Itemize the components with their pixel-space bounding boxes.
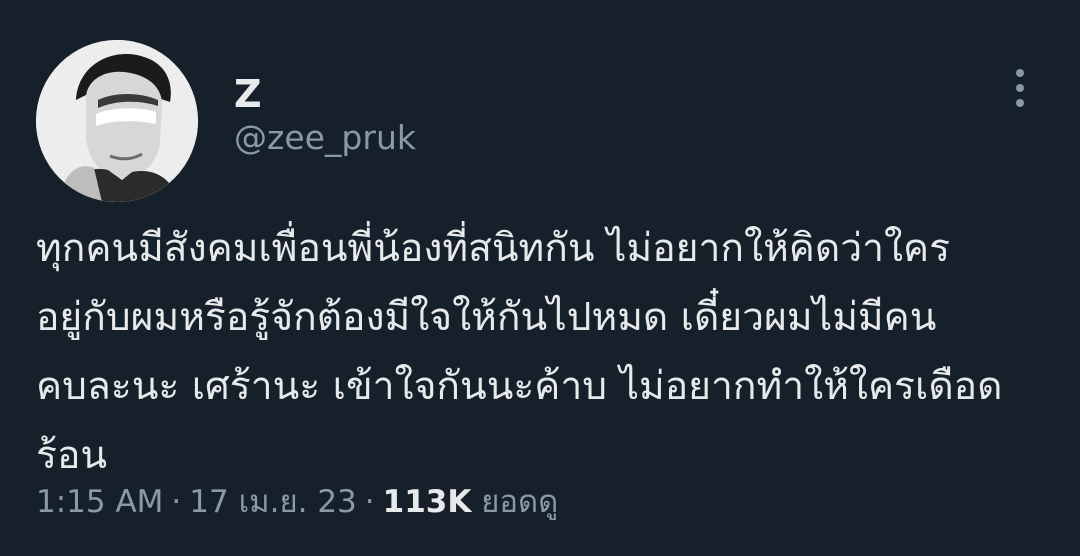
more-vertical-icon xyxy=(1016,69,1024,77)
tweet-time[interactable]: 1:15 AM xyxy=(36,484,163,520)
display-name[interactable]: Z xyxy=(234,68,262,120)
tweet-detail: Z @zee_pruk ทุกคนมีสังคมเพื่อนพี่น้องที่… xyxy=(0,0,1080,556)
user-handle[interactable]: @zee_pruk xyxy=(234,116,416,160)
tweet-text: ทุกคนมีสังคมเพื่อนพี่น้องที่สนิทกัน ไม่อ… xyxy=(36,214,1046,490)
tweet-text-line: ทุกคนมีสังคมเพื่อนพี่น้องที่สนิทกัน ไม่อ… xyxy=(36,226,951,271)
meta-separator: · xyxy=(364,484,375,520)
more-vertical-icon-dot xyxy=(1016,84,1024,92)
avatar[interactable] xyxy=(36,40,198,202)
tweet-text-line: คบละนะ เศร้านะ เข้าใจกันนะค้าบ ไม่อยากทำ… xyxy=(36,364,1003,409)
avatar-photo xyxy=(36,40,198,202)
more-vertical-icon-dot xyxy=(1016,99,1024,107)
tweet-text-line: อยู่กับผมหรือรู้จักต้องมีใจให้กันไปหมด เ… xyxy=(36,295,937,340)
tweet-date[interactable]: 17 เม.ย. 23 xyxy=(189,484,357,520)
more-options-button[interactable] xyxy=(1000,64,1040,112)
views-count: 113K xyxy=(382,484,472,520)
meta-separator: · xyxy=(171,484,182,520)
views-label: ยอดดู xyxy=(481,484,559,520)
tweet-metadata: 1:15 AM · 17 เม.ย. 23 · 113K ยอดดู xyxy=(36,478,558,526)
